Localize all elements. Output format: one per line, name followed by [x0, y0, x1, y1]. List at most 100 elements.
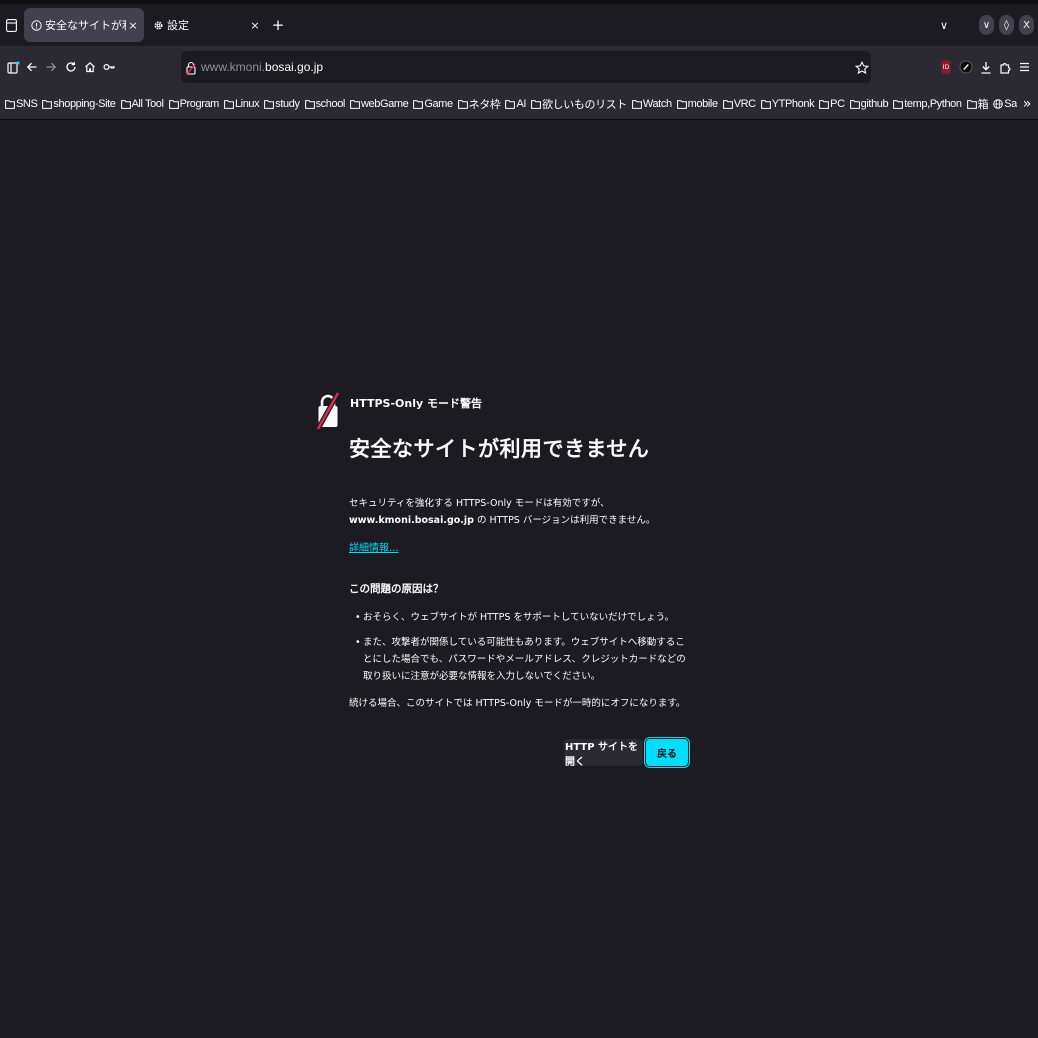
bookmark-label: github — [860, 97, 889, 110]
forward-button[interactable] — [41, 46, 61, 88]
url-domain: bosai.go.jp — [265, 60, 324, 74]
extension-button-red[interactable]: ID — [936, 46, 956, 88]
hamburger-menu-icon — [1019, 62, 1029, 72]
bookmark-item[interactable]: github — [849, 97, 889, 110]
sidebar-button[interactable] — [3, 46, 23, 88]
home-button[interactable] — [80, 46, 100, 88]
list-all-tabs-button[interactable]: ∨ — [936, 15, 952, 35]
folder-icon — [350, 99, 360, 109]
bookmark-item[interactable]: SNS — [5, 97, 38, 110]
reason-item: また、攻撃者が関係している可能性もあります。ウェブサイトへ移動することにした場合… — [349, 634, 694, 685]
bookmark-label: webGame — [360, 97, 409, 110]
bookmarks-overflow-button[interactable]: » — [1019, 95, 1035, 113]
bookmark-label: All Tool — [131, 97, 164, 110]
insecure-lock-icon[interactable] — [185, 60, 197, 79]
bookmark-label: VRC — [733, 97, 756, 110]
bookmark-item[interactable]: 欲しいものリスト — [531, 96, 627, 112]
bookmark-item[interactable]: study — [264, 97, 300, 110]
extension-button-dark[interactable] — [956, 46, 976, 88]
bookmark-label: mobile — [687, 97, 718, 110]
bookmark-label: study — [275, 97, 300, 110]
error-page: HTTPS-Only モード警告 安全なサイトが利用できません セキュリティを強… — [0, 121, 1038, 1038]
folder-icon — [722, 99, 733, 109]
folder-icon — [5, 99, 15, 109]
extensions-button[interactable] — [995, 46, 1015, 88]
bookmark-label: PC — [830, 97, 845, 110]
home-icon — [85, 61, 95, 73]
bookmark-item[interactable]: VRC — [722, 97, 756, 110]
close-window-button[interactable]: X — [1019, 15, 1034, 35]
bookmark-item[interactable]: AI — [505, 98, 526, 110]
star-icon — [854, 60, 870, 75]
folder-icon — [168, 99, 179, 109]
new-tab-button[interactable]: + — [270, 15, 286, 35]
bookmark-item[interactable]: Watch — [631, 97, 672, 110]
password-key-button[interactable] — [99, 46, 119, 88]
description-text: セキュリティを強化する HTTPS-Only モードは有効ですが、 www.kmo… — [349, 495, 694, 529]
bookmark-item[interactable]: All Tool — [120, 97, 164, 110]
folder-icon — [676, 99, 687, 109]
folder-icon — [505, 99, 516, 109]
tab-close-button[interactable]: × — [248, 19, 262, 32]
learn-more-link[interactable]: 詳細情報... — [349, 539, 399, 554]
bookmark-item[interactable]: Program — [168, 97, 220, 110]
bookmark-label: Watch — [642, 97, 672, 110]
minimize-button[interactable]: ∨ — [979, 15, 994, 35]
key-icon — [102, 63, 115, 71]
folder-icon — [120, 99, 131, 109]
why-heading: この問題の原因は？ — [349, 583, 444, 595]
app-menu-button[interactable] — [1014, 46, 1034, 88]
bookmark-label: Program — [179, 97, 220, 110]
extension-red-icon: ID — [941, 60, 951, 74]
bookmark-item[interactable]: YTPhonk — [760, 98, 815, 110]
bookmark-label: SadServers - Linux &… — [1004, 97, 1017, 110]
bookmark-item[interactable]: Linux — [224, 97, 260, 110]
bookmarks-toolbar: SNS shopping-Site All Tool Program Linux stud… — [0, 88, 1038, 120]
bookmark-item[interactable]: PC — [819, 97, 845, 110]
url-bar[interactable]: www.kmoni.bosai.go.jp — [181, 51, 871, 83]
reload-icon — [66, 62, 76, 72]
go-back-button[interactable]: 戻る — [646, 739, 688, 766]
extension-circle-icon — [959, 60, 973, 74]
description-host: www.kmoni.bosai.go.jp — [349, 515, 474, 526]
reasons-list: おそらく、ウェブサイトが HTTPS をサポートしていないだけでしょう。 また、… — [349, 609, 694, 693]
bookmark-item[interactable]: webGame — [350, 97, 409, 110]
back-button[interactable] — [22, 46, 42, 88]
sidebar-icon — [5, 18, 17, 32]
open-http-site-button[interactable]: HTTP サイトを開く — [564, 739, 643, 768]
folder-icon — [819, 99, 830, 109]
folder-icon — [760, 99, 771, 109]
bookmark-item[interactable]: 箱 — [966, 96, 989, 112]
puzzle-piece-icon — [1000, 62, 1011, 74]
bookmark-item[interactable]: Game — [413, 97, 453, 110]
bookmark-item[interactable]: ネタ枠 — [457, 96, 501, 112]
bookmark-label: ネタ枠 — [468, 98, 501, 111]
globe-icon — [993, 98, 1004, 109]
folder-icon — [457, 99, 468, 109]
bookmark-label: Game — [424, 97, 453, 110]
tab-close-button[interactable]: × — [126, 19, 140, 32]
bookmark-item[interactable]: temp,Python — [893, 98, 962, 110]
bookmark-label: SNS — [16, 97, 38, 110]
page-title: 安全なサイトが利用できません — [349, 437, 650, 461]
navigation-toolbar: www.kmoni.bosai.go.jp ID — [0, 46, 1038, 88]
sidebar-toggle-button[interactable] — [4, 15, 18, 35]
tab-settings[interactable]: 設定 × — [146, 8, 266, 42]
bookmark-item[interactable]: SadServers - Linux &… — [993, 98, 1017, 110]
folder-icon — [42, 99, 53, 109]
sidebar-panel-icon — [6, 60, 20, 74]
tab-insecure-site[interactable]: 安全なサイトが利用できません × — [24, 8, 144, 42]
bookmark-label: Linux — [234, 97, 260, 110]
downloads-button[interactable] — [976, 46, 996, 88]
url-text[interactable]: www.kmoni.bosai.go.jp — [201, 51, 323, 83]
tab-title: 設定 — [167, 19, 189, 32]
tab-strip: 安全なサイトが利用できません × 設定 × + ∨ ∨ ◊ X — [0, 0, 1038, 46]
arrow-left-icon — [26, 62, 37, 72]
maximize-button[interactable]: ◊ — [999, 15, 1014, 35]
bookmark-item[interactable]: school — [304, 98, 345, 110]
bookmark-star-button[interactable] — [854, 60, 870, 79]
broken-lock-icon — [315, 391, 341, 435]
bookmark-item[interactable]: mobile — [676, 97, 718, 110]
reload-button[interactable] — [61, 46, 81, 88]
bookmark-item[interactable]: shopping-Site — [42, 98, 116, 110]
